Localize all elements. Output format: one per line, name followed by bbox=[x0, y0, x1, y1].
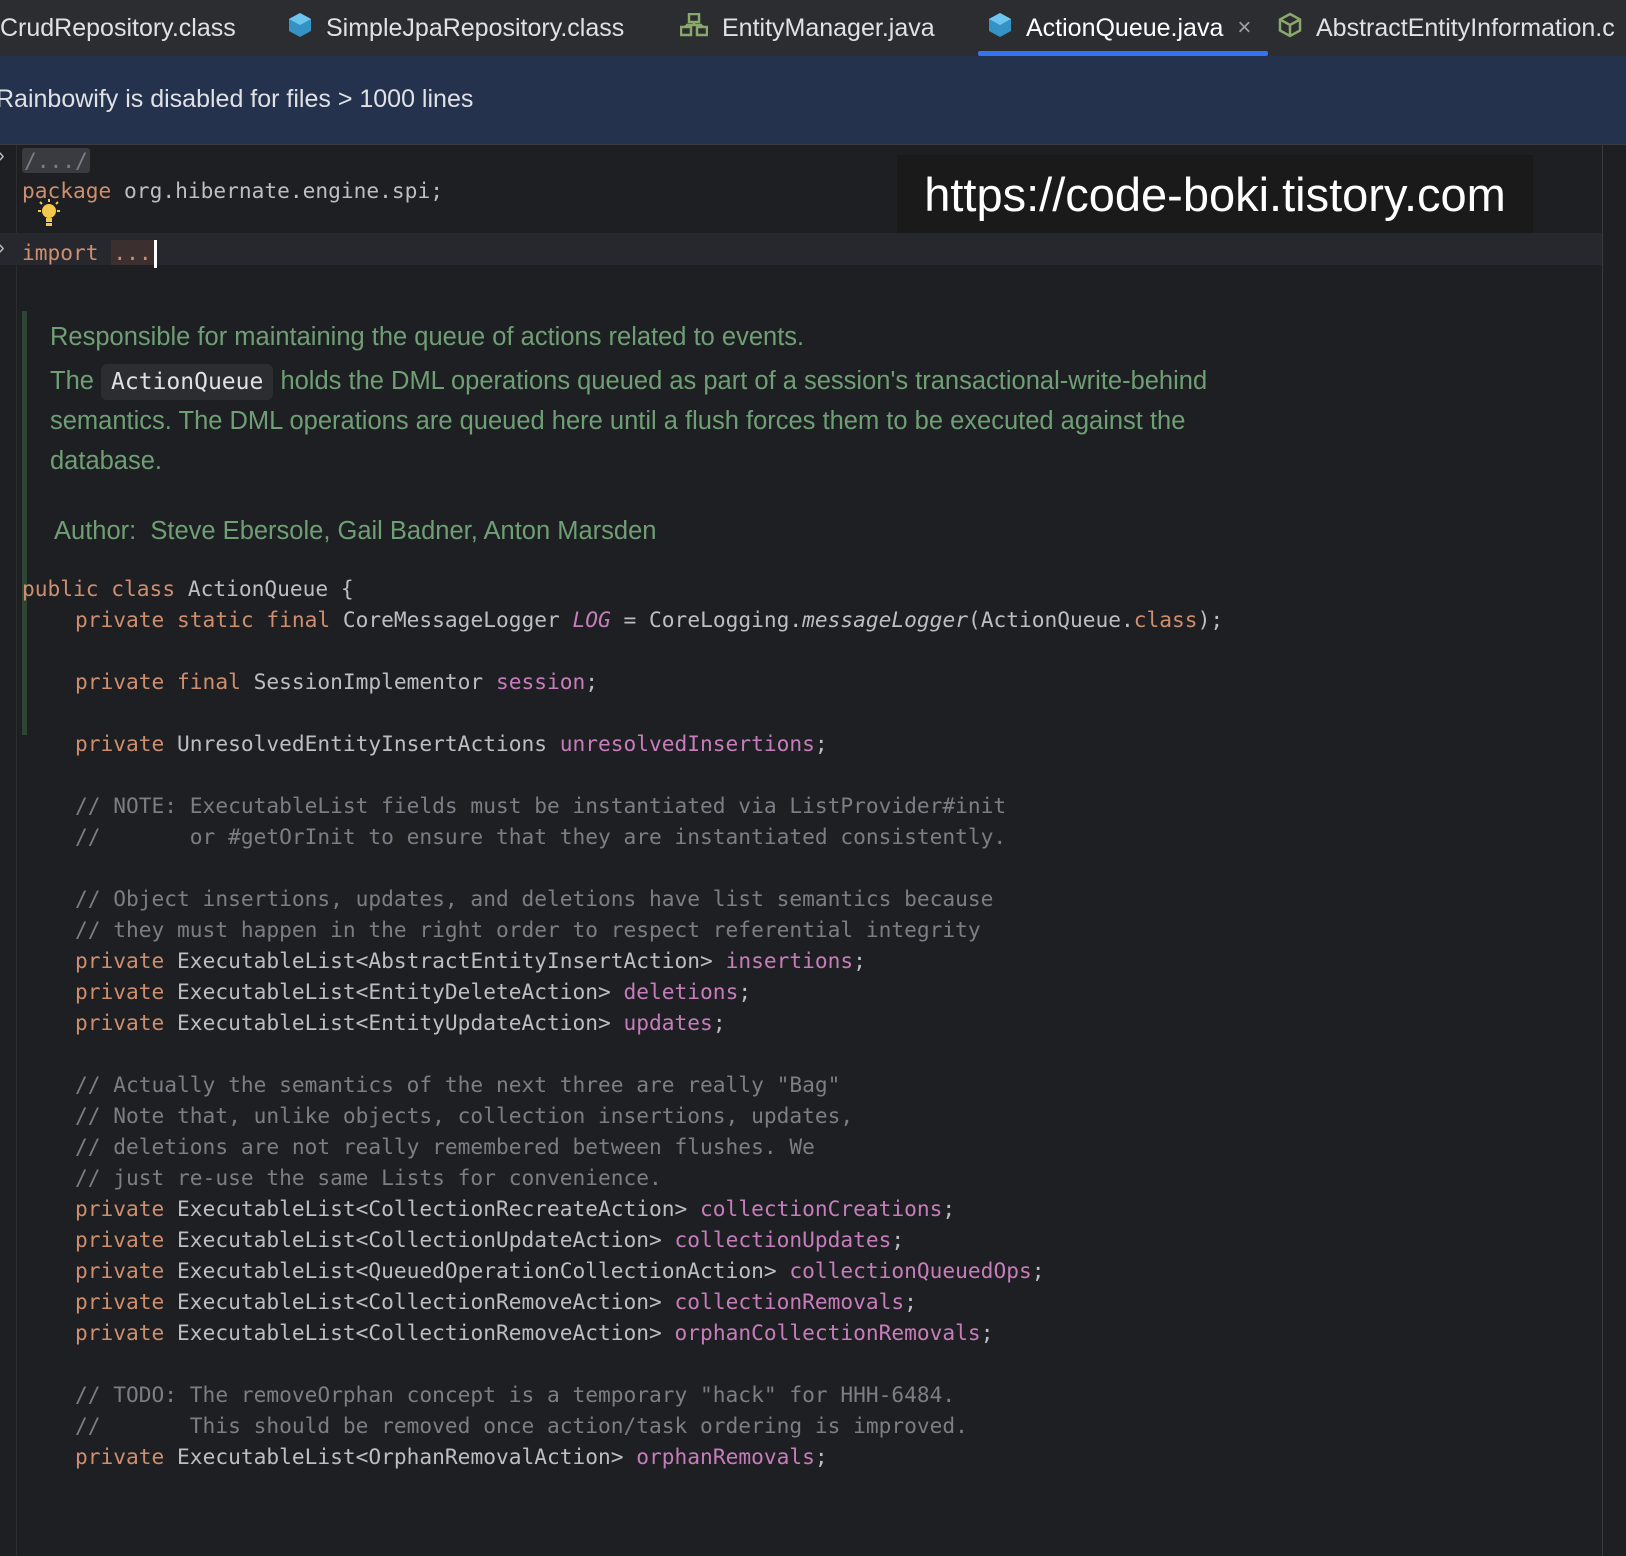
code-comment: // they must happen in the right order t… bbox=[75, 917, 981, 942]
tab-label: AbstractEntityInformation.c bbox=[1316, 13, 1615, 42]
code-line-collectionremovals: private ExecutableList<CollectionRemoveA… bbox=[75, 1289, 917, 1314]
close-icon[interactable]: × bbox=[1237, 14, 1251, 42]
tab-label: SimpleJpaRepository.class bbox=[326, 13, 625, 42]
tab-entitymanager[interactable]: EntityManager.java bbox=[679, 0, 935, 56]
code-comment: // or #getOrInit to ensure that they are… bbox=[75, 824, 1007, 849]
javadoc-bar bbox=[22, 311, 27, 735]
code-line-package: package org.hibernate.engine.spi; bbox=[22, 178, 443, 203]
code-line-updates: private ExecutableList<EntityUpdateActio… bbox=[75, 1010, 726, 1035]
tab-label: ActionQueue.java bbox=[1026, 13, 1224, 42]
code-line-orphancollectionremovals: private ExecutableList<CollectionRemoveA… bbox=[75, 1320, 994, 1345]
code-comment: // Note that, unlike objects, collection… bbox=[75, 1103, 854, 1128]
tab-label: CrudRepository.class bbox=[0, 13, 236, 42]
notification-banner: Rainbowify is disabled for files > 1000 … bbox=[0, 56, 1626, 145]
code-comment: // NOTE: ExecutableList fields must be i… bbox=[75, 793, 1007, 818]
editor-tab-bar: CrudRepository.class SimpleJpaRepository… bbox=[0, 0, 1626, 57]
code-line-log: private static final CoreMessageLogger L… bbox=[75, 607, 1224, 632]
tab-crudrepository[interactable]: CrudRepository.class bbox=[0, 0, 236, 56]
gutter-divider bbox=[16, 145, 17, 1556]
code-editor[interactable]: https://code-boki.tistory.com › /.../ pa… bbox=[0, 145, 1626, 1556]
code-comment: // This should be removed once action/ta… bbox=[75, 1413, 968, 1438]
folded-header[interactable]: /.../ bbox=[22, 148, 90, 173]
abstract-class-icon bbox=[1278, 12, 1302, 45]
class-file-icon bbox=[288, 12, 312, 45]
editor-right-border bbox=[1602, 145, 1603, 1556]
code-line-orphanremovals: private ExecutableList<OrphanRemovalActi… bbox=[75, 1444, 828, 1469]
javadoc-line: Responsible for maintaining the queue of… bbox=[50, 323, 805, 351]
javadoc-line: database. bbox=[50, 447, 163, 475]
lightbulb-icon[interactable] bbox=[36, 199, 62, 234]
caret-row-highlight bbox=[0, 233, 1602, 265]
tab-simplejparepository[interactable]: SimpleJpaRepository.class bbox=[288, 0, 624, 56]
code-line-collectionqueuedops: private ExecutableList<QueuedOperationCo… bbox=[75, 1258, 1045, 1283]
code-comment: // deletions are not really remembered b… bbox=[75, 1134, 815, 1159]
javadoc-line: The ActionQueue holds the DML operations… bbox=[50, 361, 1207, 401]
code-line-header: /.../ bbox=[22, 145, 90, 177]
tab-abstractentityinformation[interactable]: AbstractEntityInformation.c bbox=[1278, 0, 1615, 56]
fold-arrow-icon[interactable]: › bbox=[0, 237, 5, 260]
javadoc-author: Author: Steve Ebersole, Gail Badner, Ant… bbox=[54, 517, 657, 545]
class-file-icon bbox=[988, 12, 1012, 45]
code-line-deletions: private ExecutableList<EntityDeleteActio… bbox=[75, 979, 752, 1004]
javadoc-line: semantics. The DML operations are queued… bbox=[50, 407, 1186, 435]
code-line-unresolved: private UnresolvedEntityInsertActions un… bbox=[75, 731, 828, 756]
tab-label: EntityManager.java bbox=[722, 13, 935, 42]
fold-arrow-icon[interactable]: › bbox=[0, 145, 5, 168]
javadoc-code-snippet: ActionQueue bbox=[101, 364, 274, 400]
code-comment: // Actually the semantics of the next th… bbox=[75, 1072, 841, 1097]
code-line-collectioncreations: private ExecutableList<CollectionRecreat… bbox=[75, 1196, 956, 1221]
code-line-class: public class ActionQueue { bbox=[22, 576, 354, 601]
tab-actionqueue[interactable]: ActionQueue.java × bbox=[978, 0, 1268, 56]
text-caret bbox=[153, 240, 157, 268]
folded-imports[interactable]: ... bbox=[111, 240, 154, 265]
code-comment: // Object insertions, updates, and delet… bbox=[75, 886, 994, 911]
banner-text: Rainbowify is disabled for files > 1000 … bbox=[0, 85, 474, 113]
code-comment: // just re-use the same Lists for conven… bbox=[75, 1165, 662, 1190]
code-line-insertions: private ExecutableList<AbstractEntityIns… bbox=[75, 948, 866, 973]
code-line-import: import ... bbox=[22, 237, 157, 269]
code-line-collectionupdates: private ExecutableList<CollectionUpdateA… bbox=[75, 1227, 905, 1252]
interface-icon bbox=[679, 12, 709, 44]
watermark: https://code-boki.tistory.com bbox=[897, 155, 1533, 233]
code-comment: // TODO: The removeOrphan concept is a t… bbox=[75, 1382, 956, 1407]
code-line-session: private final SessionImplementor session… bbox=[75, 669, 599, 694]
